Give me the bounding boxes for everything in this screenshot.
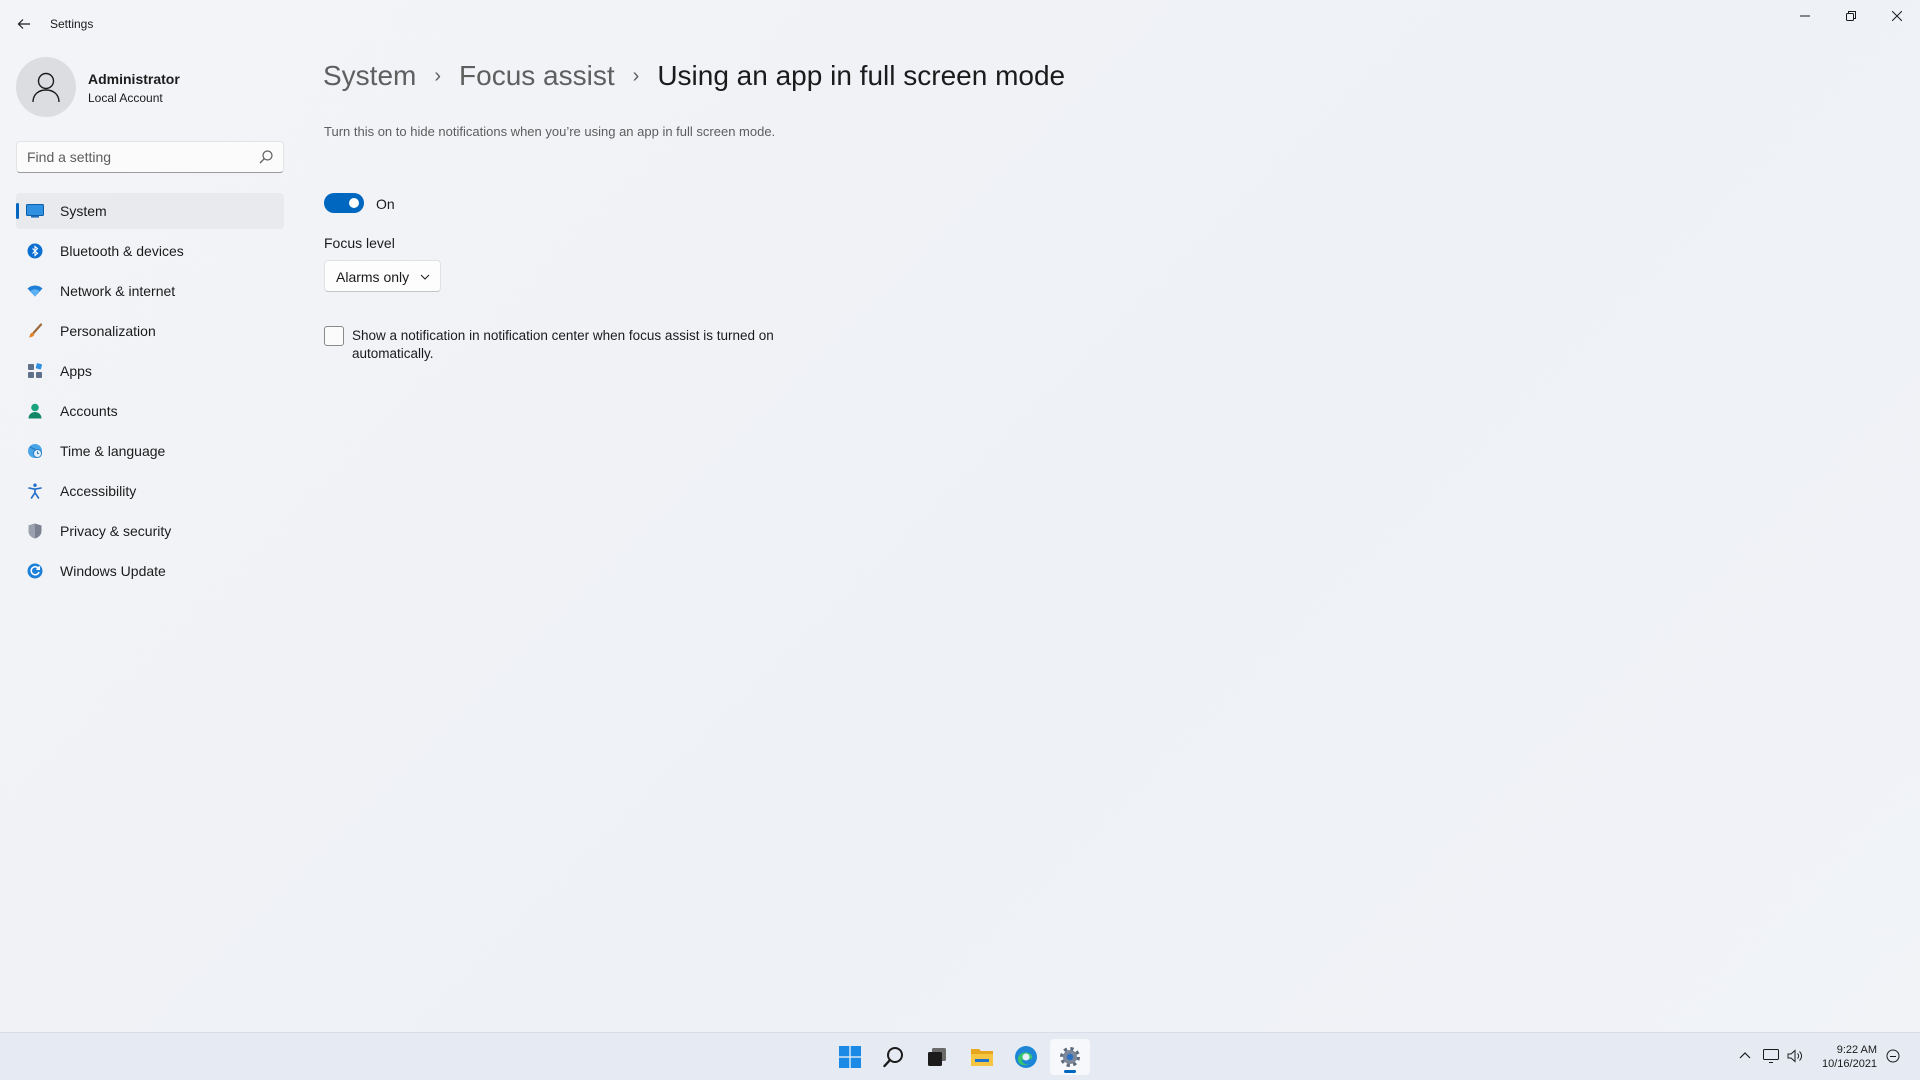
back-arrow-icon [17, 19, 30, 29]
sidebar-item-label: Windows Update [60, 563, 166, 579]
tray-volume-button[interactable] [1786, 1047, 1804, 1065]
user-profile[interactable]: Administrator Local Account [16, 57, 276, 117]
chevron-right-icon: › [434, 64, 442, 87]
search-input[interactable] [17, 142, 249, 172]
minimize-button[interactable] [1782, 0, 1828, 32]
profile-account-type: Local Account [88, 91, 163, 105]
search-box[interactable] [16, 141, 284, 173]
start-button[interactable] [830, 1039, 870, 1075]
breadcrumb: System › Focus assist › Using an app in … [323, 56, 1065, 96]
edge-button[interactable] [1006, 1039, 1046, 1075]
title-bar: Settings [0, 0, 1920, 48]
sidebar-nav: System Bluetooth & devices Network & int… [16, 193, 284, 593]
sidebar-item-personalization[interactable]: Personalization [16, 313, 284, 349]
notifications-icon [1886, 1049, 1900, 1063]
active-app-indicator [1064, 1070, 1076, 1073]
sidebar-item-time-language[interactable]: Time & language [16, 433, 284, 469]
edge-icon [1015, 1046, 1037, 1068]
sidebar-item-network[interactable]: Network & internet [16, 273, 284, 309]
sidebar-item-accounts[interactable]: Accounts [16, 393, 284, 429]
app-title: Settings [50, 17, 94, 31]
windows-update-icon [26, 562, 44, 580]
system-icon [26, 202, 44, 220]
sidebar-item-label: Accessibility [60, 483, 137, 499]
page-description: Turn this on to hide notifications when … [324, 124, 776, 139]
close-icon [1892, 11, 1902, 21]
task-view-button[interactable] [917, 1039, 957, 1075]
breadcrumb-system[interactable]: System [323, 60, 416, 92]
sidebar-item-windows-update[interactable]: Windows Update [16, 553, 284, 589]
minimize-icon [1800, 15, 1810, 17]
search-icon[interactable] [259, 150, 273, 164]
network-icon [26, 282, 44, 300]
sidebar-item-label: Personalization [60, 323, 156, 339]
accessibility-icon [26, 482, 44, 500]
sidebar-item-label: Privacy & security [60, 523, 172, 539]
settings-taskbar-button[interactable] [1050, 1039, 1090, 1075]
breadcrumb-focus-assist[interactable]: Focus assist [459, 60, 615, 92]
search-icon [883, 1047, 903, 1068]
sidebar-item-label: Network & internet [60, 283, 176, 299]
start-icon [839, 1046, 861, 1068]
chevron-right-icon: › [632, 64, 640, 87]
notification-center-button[interactable] [1884, 1047, 1902, 1065]
tray-network-button[interactable] [1762, 1047, 1780, 1065]
taskbar [0, 1032, 1920, 1080]
personalization-brush-icon [26, 322, 44, 340]
full-screen-focus-toggle[interactable] [324, 193, 364, 213]
volume-icon [1787, 1049, 1803, 1063]
notify-automatic-label[interactable]: Show a notification in notification cent… [352, 327, 792, 363]
clock-time: 9:22 AM [1836, 1044, 1878, 1056]
focus-level-dropdown[interactable]: Alarms only [324, 260, 441, 292]
close-button[interactable] [1874, 0, 1920, 32]
sidebar-item-accessibility[interactable]: Accessibility [16, 473, 284, 509]
sidebar-item-label: Accounts [60, 403, 118, 419]
chevron-down-icon [420, 274, 430, 280]
user-avatar-icon [32, 72, 60, 103]
avatar [16, 57, 76, 117]
sidebar-item-label: Bluetooth & devices [60, 243, 184, 259]
taskbar-search-button[interactable] [874, 1039, 914, 1075]
restore-icon [1846, 11, 1856, 21]
profile-name: Administrator [88, 71, 180, 87]
toggle-knob [349, 198, 359, 208]
back-button[interactable] [10, 10, 38, 38]
network-icon [1763, 1049, 1779, 1063]
sidebar-item-privacy-security[interactable]: Privacy & security [16, 513, 284, 549]
focus-level-value: Alarms only [336, 269, 410, 285]
time-language-icon [26, 442, 44, 460]
shield-icon [26, 522, 44, 540]
toggle-state-label: On [376, 196, 395, 212]
sidebar-item-label: Apps [60, 363, 92, 379]
show-hidden-icons-button[interactable] [1736, 1047, 1754, 1065]
taskbar-clock[interactable]: 9:22 AM 10/16/2021 [1822, 1043, 1877, 1071]
task-view-icon [928, 1048, 946, 1066]
notify-automatic-checkbox[interactable] [324, 326, 344, 346]
restore-button[interactable] [1828, 0, 1874, 32]
accounts-icon [26, 402, 44, 420]
bluetooth-icon [26, 242, 44, 260]
clock-date: 10/16/2021 [1822, 1058, 1878, 1070]
file-explorer-icon [971, 1049, 993, 1066]
sidebar-item-apps[interactable]: Apps [16, 353, 284, 389]
chevron-up-icon [1739, 1052, 1751, 1059]
apps-icon [26, 362, 44, 380]
sidebar-item-system[interactable]: System [16, 193, 284, 229]
sidebar-item-label: Time & language [60, 443, 166, 459]
page-title: Using an app in full screen mode [657, 60, 1066, 91]
focus-level-label: Focus level [324, 235, 395, 251]
file-explorer-button[interactable] [962, 1039, 1002, 1075]
settings-gear-icon [1060, 1047, 1080, 1067]
sidebar-item-label: System [60, 203, 107, 219]
sidebar-item-bluetooth[interactable]: Bluetooth & devices [16, 233, 284, 269]
